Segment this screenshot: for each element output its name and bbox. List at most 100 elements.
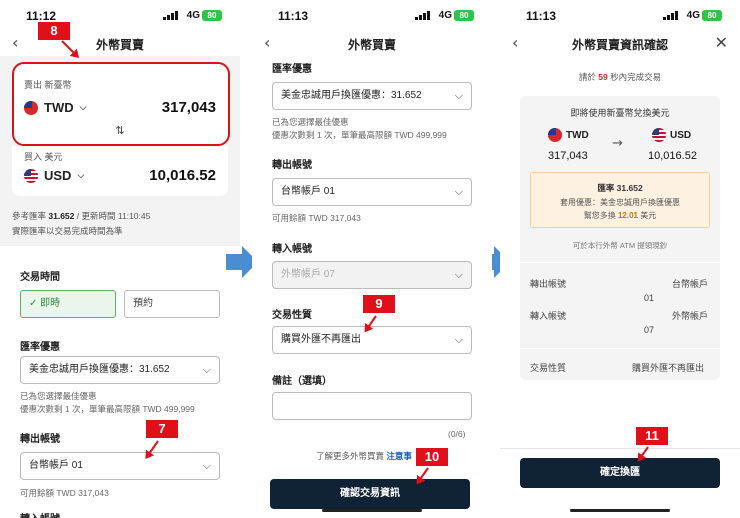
step-badge-8: 8 — [38, 22, 70, 40]
countdown-text: 請於 59 秒內完成交易 — [578, 72, 662, 82]
buy-label: 買入 美元 — [24, 152, 63, 162]
rate-line: 參考匯率 31.652 / 更新時間 11:10:45 — [12, 211, 151, 221]
discount-select[interactable]: 美金忠誠用戶換匯優惠：31.652 ⌵ — [20, 356, 220, 384]
screen-fx-trade-confirm: 11:13 4G 80 ‹ 外幣買賣資訊確認 ✕ 請於 59 秒內完成交易 即將… — [500, 0, 740, 518]
discount-label: 匯率優惠 — [272, 64, 312, 75]
nav-bar: ‹ 外幣買賣資訊確認 ✕ — [500, 30, 740, 56]
from-currency: TWD — [548, 128, 589, 142]
nature-label: 交易性質 — [272, 310, 312, 321]
trade-time-now-option[interactable]: ✓ 即時 — [20, 290, 116, 318]
page-title: 外幣買賣資訊確認 — [571, 38, 668, 52]
out-account-label: 轉出帳號 — [20, 434, 60, 445]
notice-link[interactable]: 注意事 — [386, 451, 412, 461]
out-account-select[interactable]: 台幣帳戶 01 ⌵ — [272, 178, 472, 206]
chevron-down-icon: ⌵ — [454, 333, 463, 346]
notice-line-1: 套用優惠：美金忠誠用戶換匯優惠 — [560, 198, 680, 207]
nature-label: 交易性質 — [530, 363, 567, 373]
discount-select[interactable]: 美金忠誠用戶換匯優惠：31.652 ⌵ — [272, 82, 472, 110]
trade-time-reserve-option[interactable]: 預約 — [124, 290, 220, 318]
to-amount: 10,016.52 — [648, 150, 697, 162]
in-label: 轉入帳號 — [530, 311, 567, 321]
signal-icon — [163, 11, 178, 20]
footer-divider — [500, 448, 740, 449]
out-value-1: 台幣帳戶 — [672, 279, 709, 289]
nature-value: 購買外匯不再匯出 — [632, 363, 705, 373]
in-value-2: 07 — [644, 325, 655, 335]
screen-fx-trade-details: 11:13 4G 80 ‹ 外幣買賣 匯率優惠 美金忠誠用戶換匯優惠：31.65… — [252, 0, 492, 518]
learn-more-line: 了解更多外幣買賣 注意事 — [316, 451, 412, 461]
confirm-exchange-button[interactable]: 確定換匯 — [520, 458, 720, 488]
nav-bar: ‹ 外幣買賣 — [252, 30, 492, 56]
signal-icon — [415, 11, 430, 20]
home-indicator — [322, 509, 422, 512]
out-label: 轉出帳號 — [530, 279, 567, 289]
signal-icon — [663, 11, 678, 20]
from-amount: 317,043 — [548, 150, 588, 162]
highlight-box — [12, 62, 230, 146]
rate-note: 實際匯率以交易完成時間為準 — [12, 226, 123, 236]
home-indicator — [570, 509, 670, 512]
battery-icon: 80 — [702, 10, 722, 21]
chevron-down-icon: ⌵ — [77, 170, 85, 181]
chevron-down-icon: ⌵ — [454, 268, 463, 281]
page-title: 外幣買賣 — [347, 38, 396, 52]
memo-label: 備註（選填） — [272, 376, 332, 387]
step-badge-11: 11 — [636, 427, 668, 445]
in-account-select: 外幣帳戶 07 ⌵ — [272, 261, 472, 289]
divider — [520, 348, 720, 349]
discount-note-1: 已為您選擇最佳優惠 — [20, 391, 97, 401]
step-badge-10: 10 — [416, 448, 448, 466]
network-label: 4G — [186, 10, 200, 21]
network-label: 4G — [686, 10, 700, 21]
discount-note-1: 已為您選擇最佳優惠 — [272, 117, 349, 127]
buy-card: 買入 美元 USD ⌵ 10,016.52 — [12, 146, 228, 196]
battery-icon: 80 — [454, 10, 474, 21]
notice-line-2: 幫您多換 12.01 美元 — [583, 211, 657, 220]
buy-currency: USD — [44, 168, 72, 183]
taiwan-flag-icon — [548, 128, 562, 142]
status-time: 11:13 — [526, 9, 557, 23]
step-badge-9: 9 — [363, 295, 395, 313]
battery-icon: 80 — [202, 10, 222, 21]
in-account-label: 轉入帳號 — [272, 244, 312, 255]
status-time: 11:13 — [278, 9, 309, 23]
page-title: 外幣買賣 — [95, 38, 144, 52]
out-value-2: 01 — [644, 293, 655, 303]
buy-amount[interactable]: 10,016.52 — [149, 167, 216, 184]
memo-input[interactable] — [272, 392, 472, 420]
trade-time-label: 交易時間 — [20, 272, 60, 283]
confirm-trade-info-button[interactable]: 確認交易資訊 — [270, 479, 470, 509]
in-value-1: 外幣帳戶 — [672, 311, 709, 321]
status-bar: 11:12 4G 80 — [0, 0, 240, 28]
available-balance: 可用餘額 TWD 317,043 — [20, 488, 109, 498]
chevron-down-icon: ⌵ — [454, 89, 463, 102]
discount-label: 匯率優惠 — [20, 342, 60, 353]
out-account-select[interactable]: 台幣帳戶 01 ⌵ — [20, 452, 220, 480]
arrow-right-icon: → — [612, 136, 623, 151]
chevron-down-icon: ⌵ — [454, 185, 463, 198]
headline: 即將使用新臺幣兌換美元 — [570, 108, 670, 118]
atm-note: 可於本行外幣 ATM 提領現鈔 — [572, 241, 668, 250]
us-flag-icon — [24, 168, 38, 183]
chevron-down-icon: ⌵ — [202, 459, 211, 472]
buy-currency-selector[interactable]: USD ⌵ — [24, 168, 84, 183]
close-icon[interactable]: ✕ — [715, 33, 728, 52]
chevron-down-icon: ⌵ — [202, 363, 211, 376]
memo-counter: (0/6) — [448, 429, 466, 439]
status-bar: 11:13 4G 80 — [252, 0, 492, 28]
in-account-label: 轉入帳號 — [20, 510, 60, 518]
out-account-label: 轉出帳號 — [272, 160, 312, 171]
us-flag-icon — [652, 128, 666, 142]
check-icon: ✓ — [29, 298, 38, 309]
status-bar: 11:13 4G 80 — [500, 0, 740, 28]
notice-rate: 匯率 31.652 — [597, 183, 643, 193]
discount-note-2: 優惠次數剩 1 次，單筆最高限額 TWD 499,999 — [272, 130, 447, 140]
discount-note-2: 優惠次數剩 1 次，單筆最高限額 TWD 499,999 — [20, 404, 195, 414]
nav-bar: ‹ 外幣買賣 — [0, 30, 240, 56]
step-badge-7: 7 — [146, 420, 178, 438]
to-currency: USD — [652, 128, 691, 142]
screen-fx-trade-input: 11:12 4G 80 ‹ 外幣買賣 賣出 新臺幣 TWD ⌵ 317,043 … — [0, 0, 240, 518]
status-time: 11:12 — [26, 9, 57, 23]
divider — [520, 262, 720, 263]
network-label: 4G — [438, 10, 452, 21]
